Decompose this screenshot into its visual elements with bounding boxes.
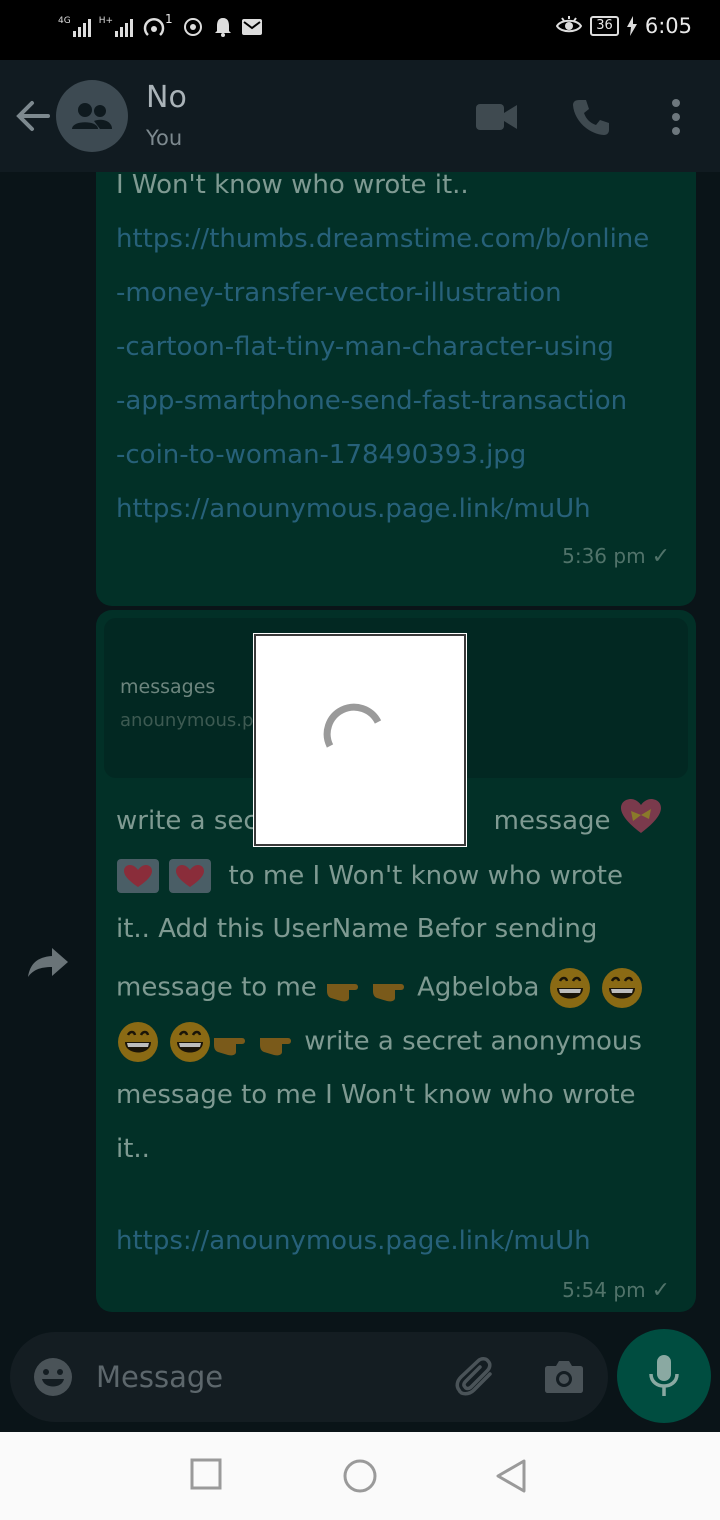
pointing-hand-emoji-icon bbox=[214, 1038, 246, 1056]
grinning-face-emoji-icon bbox=[170, 1022, 211, 1062]
chat-title[interactable]: No bbox=[146, 80, 187, 115]
grinning-face-emoji-icon bbox=[549, 968, 590, 1008]
message-bubble-1[interactable]: I Won't know who wrote it.. https://thum… bbox=[96, 172, 696, 606]
message-text: Agbeloba bbox=[417, 972, 540, 1003]
message-text: write a sec bbox=[116, 806, 258, 836]
battery-level: 36 bbox=[590, 16, 619, 36]
sent-check-icon: ✓ bbox=[651, 544, 670, 569]
message-line: to me I Won't know who wrote bbox=[116, 858, 623, 894]
status-left: 4G H+ 1 bbox=[58, 12, 263, 40]
hotspot-icon bbox=[143, 18, 165, 36]
attachment-icon[interactable] bbox=[454, 1356, 498, 1400]
loading-spinner-icon bbox=[323, 703, 382, 748]
more-options-icon[interactable] bbox=[668, 98, 684, 136]
message-line: it.. Add this UserName Befor sending bbox=[116, 914, 598, 944]
heart-ribbon-emoji-icon bbox=[620, 798, 661, 833]
message-text: message to me bbox=[116, 972, 317, 1003]
sent-check-icon: ✓ bbox=[651, 1278, 670, 1303]
message-text: message bbox=[493, 806, 611, 836]
network-type-label-2: H+ bbox=[98, 16, 114, 26]
message-time-label: 5:54 pm bbox=[562, 1278, 646, 1302]
microphone-icon bbox=[649, 1355, 679, 1396]
pointing-hand-emoji-icon bbox=[373, 984, 405, 1002]
message-line: write a secret anonymous bbox=[116, 1020, 642, 1064]
message-line: it.. bbox=[116, 1134, 150, 1164]
video-call-icon[interactable] bbox=[476, 102, 518, 132]
group-icon bbox=[72, 103, 112, 129]
group-avatar[interactable] bbox=[56, 80, 128, 152]
signal-hplus-icon: H+ bbox=[98, 16, 134, 37]
charging-icon bbox=[626, 16, 637, 36]
loading-dialog bbox=[254, 634, 466, 846]
recents-icon[interactable] bbox=[190, 1458, 222, 1490]
pointing-hand-emoji-icon bbox=[327, 984, 359, 1002]
message-time: 5:36 pm ✓ bbox=[562, 544, 670, 569]
message-line: message to me Agbeloba bbox=[116, 966, 644, 1010]
link-preview-domain: anounymous.p bbox=[120, 710, 254, 731]
forward-icon[interactable] bbox=[26, 944, 70, 980]
eye-icon bbox=[556, 16, 583, 33]
pointing-hand-emoji-icon bbox=[260, 1038, 292, 1056]
message-input[interactable]: Message bbox=[96, 1360, 223, 1394]
status-bar: 4G H+ 1 36 6:05 bbox=[0, 0, 720, 60]
message-link[interactable]: https://thumbs.dreamstime.com/b/online bbox=[116, 224, 649, 254]
notification-count: 1 bbox=[165, 12, 173, 26]
hotspot-alt-icon bbox=[183, 18, 202, 36]
message-line: message to me I Won't know who wrote bbox=[116, 1080, 636, 1110]
message-text: write a secret anonymous bbox=[304, 1026, 642, 1057]
message-input-bar: Message bbox=[10, 1332, 608, 1422]
grinning-face-emoji-icon bbox=[118, 1022, 158, 1062]
home-icon[interactable] bbox=[342, 1458, 378, 1494]
mail-icon bbox=[241, 19, 262, 35]
signal-4g-icon: 4G bbox=[58, 17, 91, 37]
message-time: 5:54 pm ✓ bbox=[562, 1278, 670, 1303]
message-time-label: 5:36 pm bbox=[562, 544, 646, 568]
network-type-label: 4G bbox=[58, 16, 71, 26]
status-right: 36 6:05 bbox=[556, 14, 692, 38]
phone-call-icon[interactable] bbox=[572, 98, 610, 136]
heart-box-emoji-icon bbox=[117, 859, 159, 893]
message-link[interactable]: https://anounymous.page.link/muUh bbox=[116, 494, 591, 524]
voice-record-button[interactable] bbox=[617, 1329, 711, 1423]
camera-icon[interactable] bbox=[544, 1358, 584, 1394]
message-link[interactable]: https://anounymous.page.link/muUh bbox=[116, 1226, 591, 1256]
link-preview-title: messages bbox=[120, 676, 216, 698]
message-link[interactable]: -coin-to-woman-178490393.jpg bbox=[116, 440, 526, 470]
bell-icon bbox=[214, 18, 231, 37]
clock: 6:05 bbox=[644, 14, 692, 38]
system-nav-bar bbox=[0, 1432, 720, 1520]
message-text: to me I Won't know who wrote bbox=[228, 860, 623, 891]
message-link[interactable]: -app-smartphone-send-fast-transaction bbox=[116, 386, 627, 416]
chat-subtitle: You bbox=[146, 126, 183, 150]
message-link[interactable]: -cartoon-flat-tiny-man-character-using bbox=[116, 332, 614, 362]
screen: 4G H+ 1 36 6:05 No You I Won't know who … bbox=[0, 0, 720, 1520]
chat-header: No You bbox=[0, 60, 720, 172]
heart-box-emoji-icon bbox=[169, 859, 212, 893]
message-line: I Won't know who wrote it.. bbox=[116, 172, 469, 200]
emoji-icon[interactable] bbox=[32, 1356, 74, 1398]
message-link[interactable]: -money-transfer-vector-illustration bbox=[116, 278, 562, 308]
grinning-face-emoji-icon bbox=[601, 968, 642, 1008]
back-icon[interactable] bbox=[494, 1458, 528, 1494]
back-arrow-icon[interactable] bbox=[14, 96, 54, 136]
